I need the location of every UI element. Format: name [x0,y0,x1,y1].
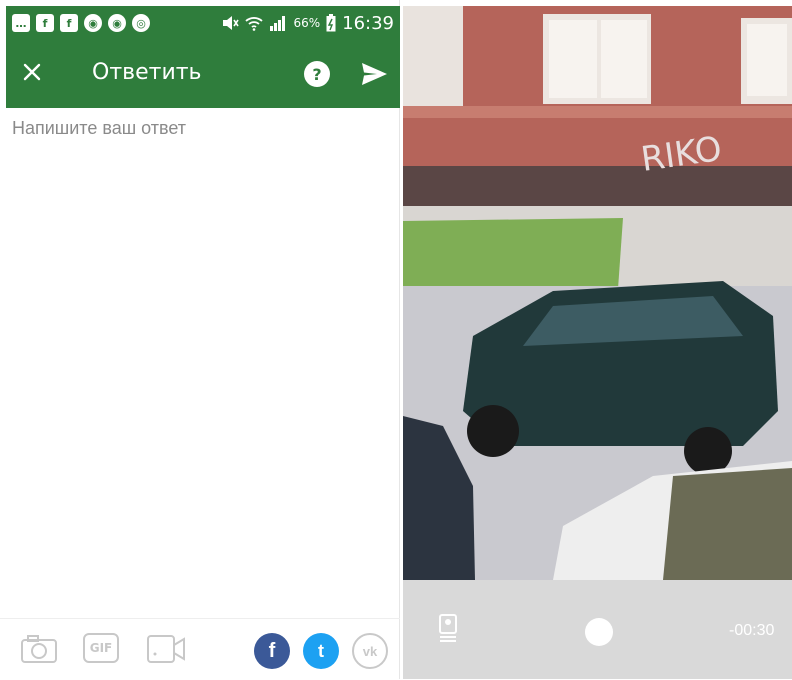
send-button[interactable] [358,58,390,90]
facebook-icon: f [60,14,78,32]
status-bar: … f f ◉ ◉ ◎ 66% 16:39 [6,6,400,40]
camera-screen: RIKO -00:30 [403,0,792,679]
record-button[interactable] [585,618,613,646]
close-button[interactable] [18,58,46,86]
chrome-icon: ◎ [132,14,150,32]
facebook-icon: f [36,14,54,32]
battery-icon [326,14,336,32]
twitter-share-button[interactable]: t [303,633,339,669]
owl-icon: ◉ [84,14,102,32]
vk-share-button[interactable]: vk [352,633,388,669]
send-icon [362,63,387,85]
system-indicators: 66% 16:39 [221,13,400,34]
app-bar: Ответить ? [6,40,400,108]
page-title: Ответить [92,60,202,85]
camera-controls: -00:30 [403,580,792,679]
clock: 16:39 [342,12,394,34]
wifi-icon [245,17,264,31]
gif-button[interactable]: GIF [83,633,119,663]
battery-percent: 66% [293,16,321,30]
help-button[interactable]: ? [304,61,330,87]
camera-preview: RIKO [403,6,792,580]
video-icon[interactable] [146,633,186,665]
switch-camera-icon[interactable] [437,613,459,643]
owl-icon: ◉ [108,14,126,32]
attachment-toolbar: GIF f t vk [0,618,400,680]
facebook-share-button[interactable]: f [254,633,290,669]
mute-icon [223,16,240,30]
close-icon [23,63,41,81]
notification-icons: … f f ◉ ◉ ◎ [6,14,150,32]
camera-icon[interactable] [20,633,58,665]
signal-icon [270,16,286,31]
recording-timer: -00:30 [729,622,775,639]
answer-input[interactable] [12,118,392,598]
answer-screen: … f f ◉ ◉ ◎ 66% 16:39 Ответить ? Напишит… [0,0,400,679]
chat-icon: … [12,14,30,32]
